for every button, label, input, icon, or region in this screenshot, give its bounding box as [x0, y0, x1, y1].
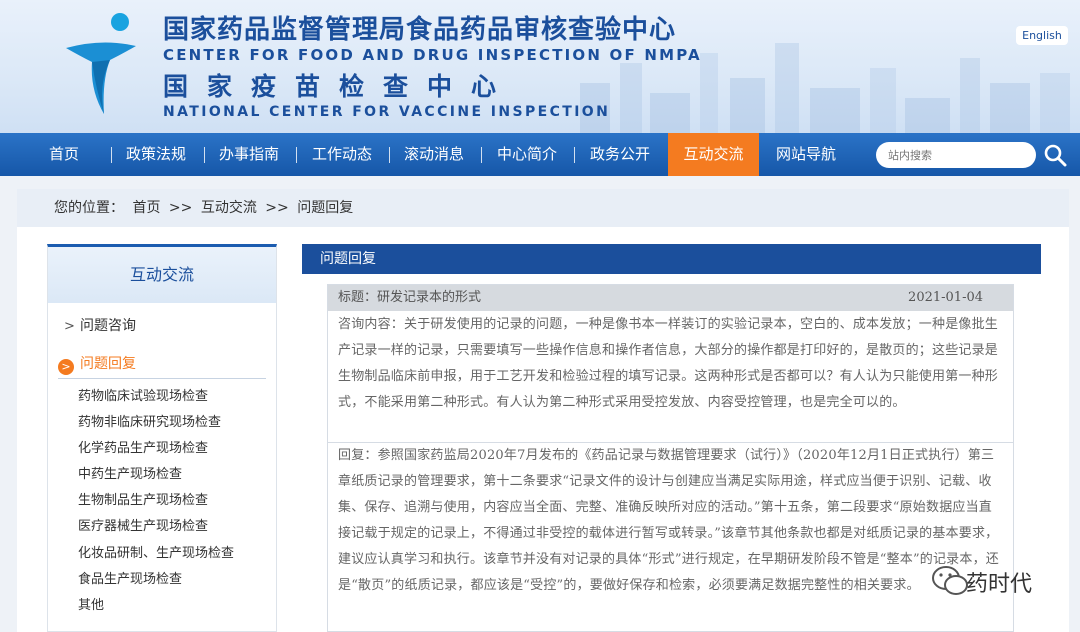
- chevron-right-icon: >: [64, 319, 75, 334]
- breadcrumb-prefix: 您的位置：: [54, 200, 124, 216]
- nav-item-home[interactable]: 首页: [26, 133, 102, 176]
- nav-item-news[interactable]: 工作动态: [304, 133, 380, 176]
- wechat-logo-icon: [932, 566, 968, 595]
- english-language-button[interactable]: English: [1016, 26, 1068, 45]
- sidebar-sub-item[interactable]: 药物临床试验现场检查: [78, 385, 208, 404]
- nav-item-guide[interactable]: 办事指南: [211, 133, 287, 176]
- sidebar-item-label: 问题咨询: [80, 318, 136, 334]
- nav-divider: [111, 147, 112, 163]
- sidebar-sub-item[interactable]: 化妆品研制、生产现场检查: [78, 542, 234, 561]
- sidebar-divider: [58, 378, 266, 379]
- breadcrumb-separator: >>: [265, 200, 289, 216]
- qa-date: 2021-01-04: [908, 290, 983, 305]
- breadcrumb-separator: >>: [168, 200, 193, 216]
- site-subtitle-en: NATIONAL CENTER FOR VACCINE INSPECTION: [163, 104, 611, 120]
- logo-icon: [66, 13, 136, 114]
- nav-item-about[interactable]: 中心简介: [489, 133, 565, 176]
- sidebar-sub-item[interactable]: 食品生产现场检查: [78, 568, 182, 587]
- sidebar-sub-item[interactable]: 医疗器械生产现场检查: [78, 515, 208, 534]
- watermark-text: 药时代: [966, 572, 1033, 597]
- search-icon[interactable]: [1043, 143, 1067, 167]
- chevron-right-icon: >: [58, 359, 74, 375]
- sidebar: 互动交流 > 问题咨询 > 问题回复 药物临床试验现场检查 药物非临床研究现场检查 …: [47, 244, 277, 632]
- site-titles: 国家药品监督管理局食品药品审核查验中心 CENTER FOR FOOD AND …: [163, 14, 702, 120]
- site-subtitle-cn: 国家疫苗检查中心: [163, 72, 516, 101]
- site-header: 国家药品监督管理局食品药品审核查验中心 CENTER FOR FOOD AND …: [0, 0, 1080, 133]
- sidebar-item-inquiry[interactable]: > 问题咨询: [64, 315, 136, 335]
- breadcrumb-home-link[interactable]: 首页: [132, 200, 160, 216]
- site-search-input[interactable]: [876, 142, 1036, 168]
- nav-divider: [204, 147, 205, 163]
- qa-panel: 标题：研发记录本的形式 2021-01-04 咨询内容：关于研发使用的记录的问题…: [327, 284, 1014, 632]
- sidebar-sub-item[interactable]: 生物制品生产现场检查: [78, 489, 208, 508]
- breadcrumb: 您的位置： 首页 >> 互动交流 >> 问题回复: [17, 189, 1069, 227]
- nav-divider: [296, 147, 297, 163]
- answer-text: 回复：参照国家药监局2020年7月发布的《药品记录与数据管理要求（试行）》（20…: [338, 448, 999, 593]
- qa-title: 标题：研发记录本的形式: [338, 290, 482, 305]
- nav-item-policy[interactable]: 政策法规: [118, 133, 194, 176]
- content-header: 问题回复: [302, 244, 1041, 274]
- breadcrumb-interaction-link[interactable]: 互动交流: [201, 200, 257, 216]
- sidebar-sub-item[interactable]: 化学药品生产现场检查: [78, 437, 208, 456]
- nav-divider: [389, 147, 390, 163]
- site-title-cn: 国家药品监督管理局食品药品审核查验中心: [163, 15, 677, 45]
- nav-item-scroll-news[interactable]: 滚动消息: [396, 133, 472, 176]
- sidebar-title: 互动交流: [48, 247, 276, 303]
- site-title-en: CENTER FOR FOOD AND DRUG INSPECTION OF N…: [163, 46, 702, 64]
- sidebar-sub-item[interactable]: 中药生产现场检查: [78, 463, 182, 482]
- sidebar-item-reply[interactable]: > 问题回复: [58, 353, 136, 375]
- nav-divider: [574, 147, 575, 163]
- nav-item-interaction[interactable]: 互动交流: [668, 133, 759, 176]
- nav-divider: [481, 147, 482, 163]
- sidebar-sub-item[interactable]: 药物非临床研究现场检查: [78, 411, 221, 430]
- nav-item-gov-affairs[interactable]: 政务公开: [582, 133, 658, 176]
- nav-item-site-map[interactable]: 网站导航: [759, 133, 853, 176]
- question-text: 咨询内容：关于研发使用的记录的问题，一种是像书本一样装订的实验记录本，空白的、成…: [338, 317, 999, 410]
- qa-title-bar: 标题：研发记录本的形式 2021-01-04: [328, 285, 1013, 311]
- sidebar-sub-item[interactable]: 其他: [78, 594, 104, 613]
- sidebar-item-label: 问题回复: [80, 356, 136, 372]
- breadcrumb-current: 问题回复: [297, 200, 354, 216]
